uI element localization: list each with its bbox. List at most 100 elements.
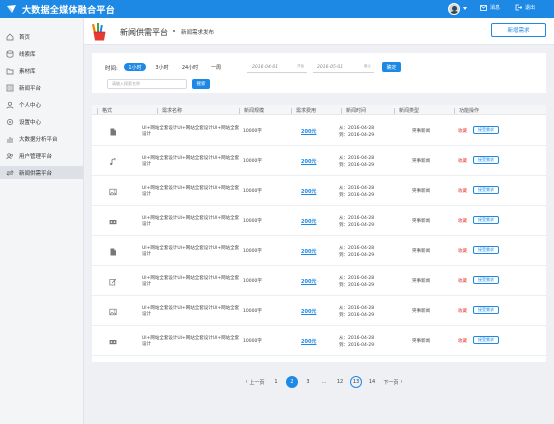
page-1[interactable]: 1 [270, 376, 282, 388]
news-time: 从：2016-04-28 到：2016-04-29 [339, 215, 374, 229]
video-icon [109, 340, 117, 345]
sidebar-item-label: 首页 [19, 34, 31, 41]
collect-link[interactable]: 收藏 [458, 308, 467, 314]
date-to-underline [313, 72, 374, 73]
sidebar-item-label: 设置中心 [19, 119, 42, 126]
chevron-down-icon[interactable] [463, 7, 467, 10]
search-input[interactable]: 请输入搜索名称 [107, 79, 187, 89]
sidebar-item-materials[interactable]: 素材库 [0, 64, 83, 77]
page-13[interactable]: 13 [350, 376, 362, 388]
news-type: 突事新闻 [412, 129, 430, 134]
page-14[interactable]: 14 [366, 376, 378, 388]
news-type: 突事新闻 [412, 219, 430, 224]
news-time: 从：2016-04-28 到：2016-04-29 [339, 185, 374, 199]
column-header: 新闻时间 [341, 107, 366, 114]
sidebar-item-settings[interactable]: 设置中心 [0, 115, 83, 128]
accept-demand-button[interactable]: 接受需求 [473, 186, 499, 194]
range-option-3h[interactable]: 3小时 [154, 63, 170, 71]
collect-link[interactable]: 收藏 [458, 278, 467, 284]
video-icon [109, 220, 117, 225]
table-row: UI+网站全套设计UI+网站全套设计UI+网站全套设计 10000字 200元 … [92, 209, 546, 236]
exchange-icon [6, 169, 14, 176]
news-icon [6, 84, 14, 91]
date-from-input[interactable]: 2016-04-01 [252, 63, 278, 72]
news-size: 10000字 [243, 249, 262, 254]
sidebar-item-users[interactable]: 用户管理平台 [0, 149, 83, 162]
time-from: 从：2016-04-28 [339, 216, 375, 221]
news-size: 10000字 [243, 339, 262, 344]
time-to: 到：2016-04-29 [339, 223, 375, 228]
accept-demand-button[interactable]: 接受需求 [473, 156, 499, 164]
demand-name: UI+网站全套设计UI+网站全套设计UI+网站全套设计 [142, 126, 240, 137]
news-size: 10000字 [243, 219, 262, 224]
time-to: 到：2016-04-29 [339, 283, 375, 288]
demand-table: 格式 需求名称 新闻规模 需求费用 新闻时间 新闻类型 功能操作 UI+网站全套… [92, 105, 546, 362]
page-title: 新闻供需平台 [120, 28, 168, 37]
search-button[interactable]: 搜索 [192, 79, 210, 89]
demand-name: UI+网站全套设计UI+网站全套设计UI+网站全套设计 [142, 156, 240, 167]
time-from: 从：2016-04-28 [339, 126, 375, 131]
sidebar-item-supply-demand[interactable]: 新闻供需平台 [0, 166, 83, 179]
demand-fee: 200元 [301, 249, 317, 255]
sidebar-item-news[interactable]: 新闻平台 [0, 81, 83, 94]
breadcrumb[interactable]: 新闻需求发布 [181, 28, 214, 36]
main-content: 新闻供需平台 新闻需求发布 新增需求 时间: 1小时 3小时 24小时 一周 2… [84, 18, 554, 424]
table-row: UI+网站全套设计UI+网站全套设计UI+网站全套设计 10000字 200元 … [92, 299, 546, 326]
sidebar-item-analytics[interactable]: 大数据分析平台 [0, 132, 83, 145]
collect-link[interactable]: 收藏 [458, 158, 467, 164]
page-2[interactable]: 2 [286, 376, 298, 388]
date-to-input[interactable]: 2016-05-01 [317, 63, 343, 72]
demand-fee: 200元 [301, 129, 317, 135]
news-time: 从：2016-04-28 到：2016-04-29 [339, 245, 374, 259]
message-button[interactable]: 消息 [480, 4, 500, 11]
sidebar: 首页 线索库 素材库 新闻平台 个人中心 设置中心 大数据分析平台 用户管理平台… [0, 18, 84, 424]
app-title: 大数据全媒体融合平台 [22, 6, 116, 16]
logout-icon [515, 4, 522, 11]
collect-link[interactable]: 收藏 [458, 248, 467, 254]
accept-demand-button[interactable]: 接受需求 [473, 276, 499, 284]
news-size: 10000字 [243, 309, 262, 314]
pagination-next[interactable]: 下一页 › [382, 376, 404, 388]
demand-fee: 200元 [301, 279, 317, 285]
news-type: 突事新闻 [412, 339, 430, 344]
column-header: 需求费用 [291, 107, 316, 114]
gear-icon [7, 118, 13, 125]
news-type: 突事新闻 [412, 249, 430, 254]
accept-demand-button[interactable]: 接受需求 [473, 216, 499, 224]
news-size: 10000字 [243, 279, 262, 284]
range-option-24h[interactable]: 24小时 [180, 63, 200, 71]
image-icon [109, 188, 117, 196]
time-label: 时间: [105, 66, 118, 72]
news-type: 突事新闻 [412, 159, 430, 164]
pencil-cup-icon [92, 23, 106, 41]
page-12[interactable]: 12 [334, 376, 346, 388]
collect-link[interactable]: 收藏 [458, 188, 467, 194]
message-label: 消息 [490, 5, 501, 11]
exit-button[interactable]: 退出 [515, 4, 535, 11]
collect-link[interactable]: 收藏 [458, 128, 467, 134]
user-avatar[interactable] [448, 3, 460, 15]
accept-demand-button[interactable]: 接受需求 [473, 336, 499, 344]
range-option-1h[interactable]: 1小时 [124, 63, 146, 71]
sidebar-item-profile[interactable]: 个人中心 [0, 98, 83, 111]
confirm-button[interactable]: 确定 [382, 62, 401, 72]
sidebar-item-clues[interactable]: 线索库 [0, 47, 83, 60]
database-icon [6, 49, 14, 58]
accept-demand-button[interactable]: 接受需求 [473, 246, 499, 254]
exit-label: 退出 [525, 5, 536, 11]
table-row: UI+网站全套设计UI+网站全套设计UI+网站全套设计 10000字 200元 … [92, 329, 546, 356]
pagination-prev[interactable]: ‹ 上一页 [244, 376, 266, 388]
new-demand-button[interactable]: 新增需求 [491, 23, 546, 37]
collect-link[interactable]: 收藏 [458, 338, 467, 344]
sidebar-item-home[interactable]: 首页 [0, 30, 83, 43]
document-icon [110, 248, 116, 256]
table-row: UI+网站全套设计UI+网站全套设计UI+网站全套设计 10000字 200元 … [92, 149, 546, 176]
home-icon [6, 33, 14, 40]
document-icon [110, 128, 116, 136]
collect-link[interactable]: 收藏 [458, 218, 467, 224]
page-3[interactable]: 3 [302, 376, 314, 388]
accept-demand-button[interactable]: 接受需求 [473, 126, 499, 134]
range-option-week[interactable]: 一周 [209, 63, 223, 71]
news-time: 从：2016-04-28 到：2016-04-29 [339, 335, 374, 349]
accept-demand-button[interactable]: 接受需求 [473, 306, 499, 314]
